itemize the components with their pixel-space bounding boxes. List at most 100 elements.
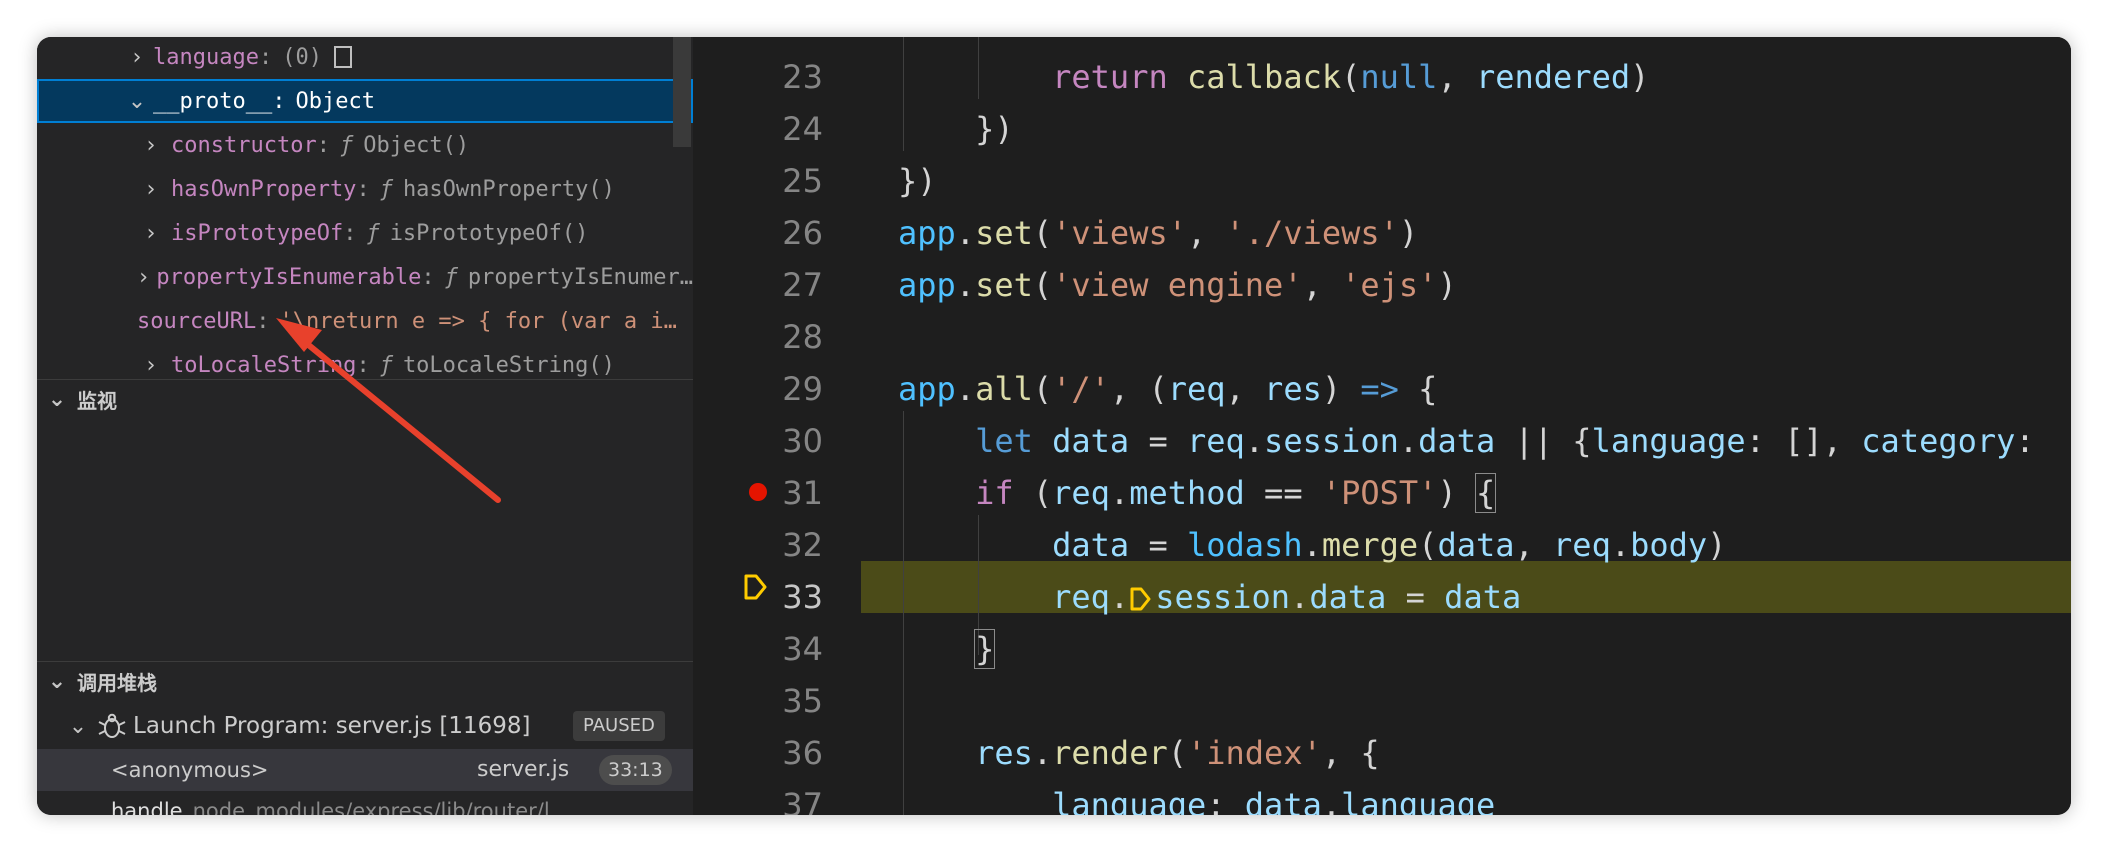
variable-value: isPrototypeOf() [389,220,589,246]
line-number[interactable]: 28 [753,311,823,363]
variable-value: hasOwnProperty() [402,176,615,202]
line-number[interactable]: 24 [753,103,823,155]
variable-row-language[interactable]: › language: (0) [37,37,693,79]
variables-scrollbar[interactable] [673,37,691,147]
bug-icon [98,713,126,738]
code-line[interactable]: }) [898,155,937,207]
code-token: data [1244,786,1322,815]
code-line[interactable]: let data = req.session.data || {language… [898,415,2035,467]
line-number[interactable]: 29 [753,363,823,415]
chevron-right-icon[interactable]: › [137,265,150,290]
code-token: 'POST' [1321,474,1438,512]
chevron-down-icon: ⌄ [47,669,67,694]
line-number[interactable]: 23 [753,51,823,103]
code-token: ( [1167,734,1187,772]
code-line[interactable]: app.all('/', (req, res) => { [898,363,1437,415]
line-number[interactable]: 31 [753,467,823,519]
line-number[interactable]: 32 [753,519,823,571]
chevron-down-icon[interactable]: ⌄ [37,714,97,739]
vscode-window: › language: (0) ⌄ __proto__: Object › co… [37,37,2071,815]
code-token: data [1309,578,1387,616]
code-token: . [955,370,976,408]
variable-value: propertyIsEnumer… [467,264,693,290]
code-line[interactable]: app.set('views', './views') [898,207,1418,259]
function-marker: ƒ [379,176,393,202]
watch-section-header[interactable]: ⌄ 监视 [37,379,693,419]
line-number[interactable]: 26 [753,207,823,259]
code-line[interactable]: res.render('index', { [898,727,1380,779]
code-line[interactable]: return callback(null, rendered) [898,51,1649,103]
line-number[interactable]: 36 [753,727,823,779]
code-line[interactable]: data = lodash.merge(data, req.body) [898,519,1726,571]
callstack-thread-row[interactable]: ⌄ Launch Program: server.js [11698] PAUS… [37,704,693,748]
chevron-right-icon[interactable]: › [137,221,165,246]
line-number[interactable]: 30 [753,415,823,467]
code-line[interactable]: app.set('view engine', 'ejs') [898,259,1457,311]
code-token: . [1302,526,1322,564]
variable-row-constructor[interactable]: › constructor: ƒ Object() [37,123,693,167]
line-number[interactable]: 25 [753,155,823,207]
line-number[interactable]: 35 [753,675,823,727]
code-token: { [1474,473,1497,513]
code-token: ( [1032,214,1053,252]
stack-frame-file: server.js [477,757,570,782]
chevron-right-icon[interactable]: › [137,177,165,202]
code-token: req [1553,526,1611,564]
variable-value: Object [295,88,375,114]
chevron-right-icon[interactable]: › [137,133,165,158]
variable-row-sourceurl[interactable]: sourceURL: '\nreturn e => { for (var a i… [37,299,693,343]
code-token: set [975,266,1033,304]
function-marker: ƒ [339,132,354,158]
stack-frame-path: node_modules/express/lib/router/l… [192,799,571,815]
code-token: . [955,214,976,252]
line-number[interactable]: 34 [753,623,823,675]
variable-row-tolocalestring[interactable]: › toLocaleString: ƒ toLocaleString() [37,343,693,379]
code-token: return [1052,58,1168,96]
code-token: language [1341,786,1496,815]
code-line[interactable]: } [898,623,996,675]
variable-row-isprototypeof[interactable]: › isPrototypeOf: ƒ isPrototypeOf() [37,211,693,255]
code-line[interactable]: language: data.language [898,779,1495,815]
code-token: . [955,266,976,304]
function-marker: ƒ [444,264,458,290]
variable-separator: : [256,308,270,334]
chevron-right-icon[interactable]: › [123,45,151,70]
line-number[interactable]: 27 [753,259,823,311]
code-token: , { [1321,734,1380,772]
code-editor[interactable]: 23 24 25 26 27 28 29 30 31 32 33 34 35 3… [693,37,2071,815]
variable-row-hasownproperty[interactable]: › hasOwnProperty: ƒ hasOwnProperty() [37,167,693,211]
line-number-current[interactable]: 33 [753,571,823,623]
code-token: set [975,214,1033,252]
code-token: , [1225,370,1265,408]
code-token: = [1129,526,1187,564]
code-token: merge [1321,526,1419,564]
code-token: 'views' [1052,214,1187,252]
variable-row-propertyisenumerable[interactable]: › propertyIsEnumerable: ƒ propertyIsEnum… [37,255,693,299]
code-line[interactable]: if (req.method == 'POST') { [898,467,1497,519]
code-line[interactable]: req. session.data = data [898,571,1521,623]
variable-value: Object() [363,132,470,158]
stack-frame-row[interactable]: handle node_modules/express/lib/router/l… [37,791,693,815]
chevron-down-icon[interactable]: ⌄ [123,89,151,114]
code-token: ( [1013,474,1053,512]
watch-title: 监视 [77,389,117,413]
variable-key: constructor [171,132,317,158]
code-token: all [975,370,1033,408]
line-number[interactable]: 37 [753,779,823,815]
variable-separator: : [258,44,273,70]
code-token: category [1861,422,2016,460]
inline-debug-position-icon [1130,587,1151,611]
callstack-section-header[interactable]: ⌄ 调用堆栈 [37,661,693,701]
code-token: 'view engine' [1052,266,1303,304]
code-token: res [975,734,1033,772]
stack-frame-row[interactable]: <anonymous> server.js 33:13 [37,749,693,791]
variable-row-proto[interactable]: ⌄ __proto__: Object [37,79,693,123]
chevron-right-icon[interactable]: › [137,353,165,378]
code-token: data [1418,422,1496,460]
code-line[interactable]: }) [898,103,1014,155]
code-token: app [898,214,956,252]
variable-separator: : [356,352,370,378]
